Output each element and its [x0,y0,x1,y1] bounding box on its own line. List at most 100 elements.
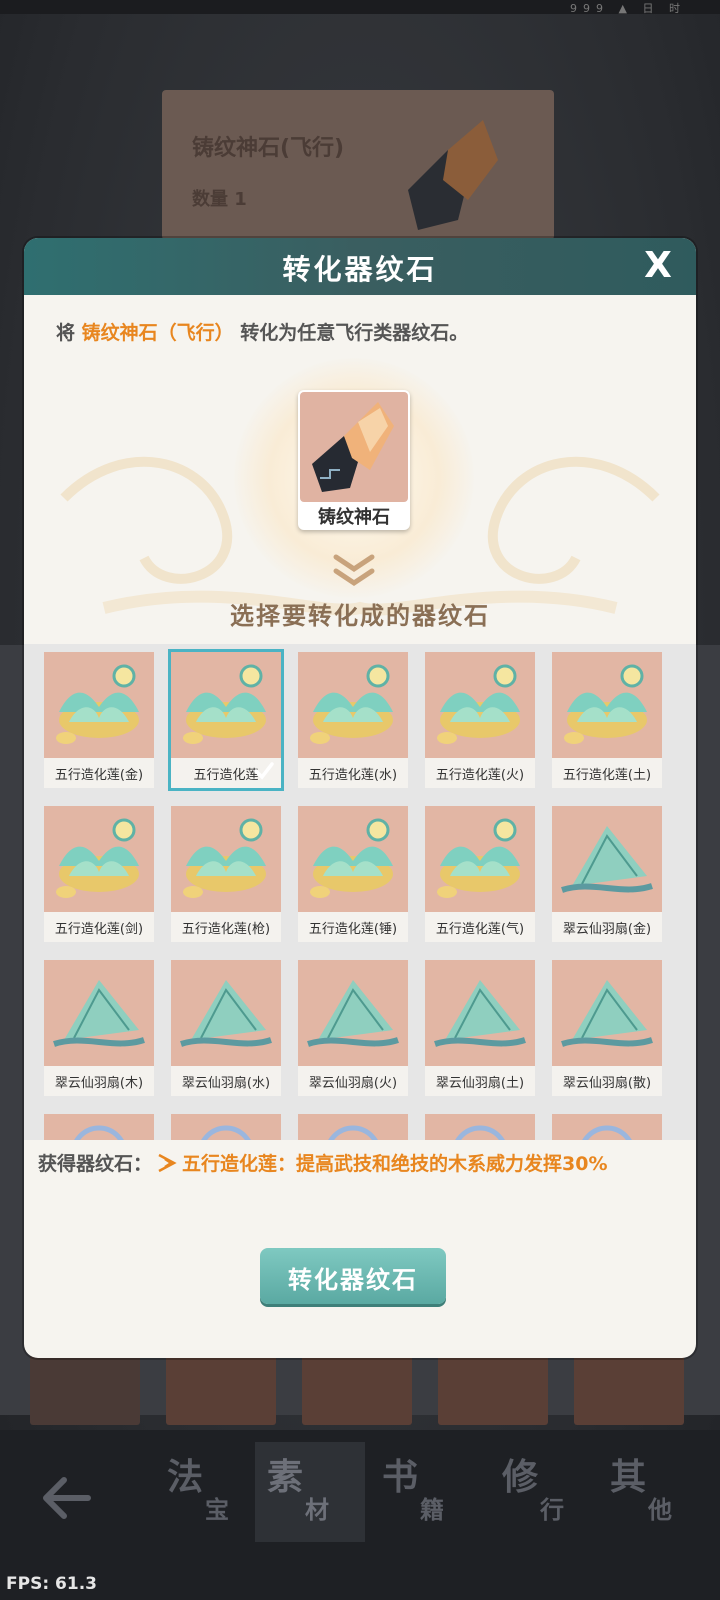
stone-icon [312,402,394,492]
fan-icon [171,960,281,1066]
grid-item[interactable] [298,1114,408,1140]
grid-item[interactable]: 五行造化莲(锤) [298,806,408,942]
grid-item-label: 翠云仙羽扇(火) [308,1076,398,1091]
background-tile [166,1355,276,1425]
nav-tab-main-label: 法 [167,1457,204,1498]
nav-tab-sub-label: 材 [305,1496,329,1524]
grid-item-label: 翠云仙羽扇(木) [54,1076,144,1091]
ring-icon [425,1114,535,1140]
grid-item-label: 五行造化莲(锤) [308,922,398,937]
background-tile [30,1355,140,1425]
lotus-icon [171,652,281,758]
background-item-card: 铸纹神石(飞行) 数量 1 [162,90,554,240]
ring-icon [552,1114,662,1140]
grid-item[interactable]: 翠云仙羽扇(金) [552,806,662,942]
grid-item[interactable]: 五行造化莲(枪) [171,806,281,942]
nav-tab-sub-label: 行 [540,1496,564,1524]
convert-button-label: 转化器纹石 [288,1266,418,1294]
chevron-down-icon [333,554,375,587]
grid-item-label: 翠云仙羽扇(金) [562,922,652,937]
lotus-icon [298,652,408,758]
result-prefix: 获得器纹石： [38,1153,153,1175]
grid-item[interactable]: 翠云仙羽扇(水) [171,960,281,1096]
lotus-icon [171,806,281,912]
grid-item-label: 翠云仙羽扇(水) [181,1076,271,1091]
grid-item[interactable] [44,1114,154,1140]
grid-item[interactable]: 翠云仙羽扇(火) [298,960,408,1096]
bottom-nav: 法宝素材书籍修行其他 [0,1430,720,1600]
nav-tab[interactable]: 书籍 [370,1442,480,1542]
fan-icon [44,960,154,1066]
background-item-title: 铸纹神石(飞行) [192,136,345,161]
nav-tab-main-label: 素 [267,1457,304,1498]
desc-prefix: 将 [56,322,82,344]
grid-item[interactable]: 翠云仙羽扇(土) [425,960,535,1096]
grid-item[interactable] [425,1114,535,1140]
nav-tab-sub-label: 籍 [420,1496,444,1524]
grid-item[interactable]: 翠云仙羽扇(散) [552,960,662,1096]
nav-tab[interactable]: 其他 [598,1442,708,1542]
fps-counter: FPS: 61.3 [6,1574,97,1594]
ring-icon [44,1114,154,1140]
nav-tab[interactable]: 素材 [255,1442,365,1542]
convert-dialog: 转化器纹石 X 将 铸纹神石（飞行） 转化为任意飞行类器纹石。 铸纹神石 选择要… [24,238,696,1358]
rune-icon [158,1153,177,1173]
grid-item[interactable]: 五行造化莲(气) [425,806,535,942]
fan-icon [552,960,662,1066]
nav-tab-main-label: 其 [610,1457,647,1498]
grid-item[interactable]: 五行造化莲(土) [552,652,662,788]
background-tile [438,1355,548,1425]
grid-item-label: 五行造化莲(水) [308,768,398,783]
convert-button[interactable]: 转化器纹石 [260,1248,446,1304]
status-bar: 999 ▲ 日 时 [0,0,720,15]
grid-item[interactable]: 五行造化莲(剑) [44,806,154,942]
ring-icon [171,1114,281,1140]
grid-item[interactable]: 五行造化莲 [168,649,284,791]
nav-tab-sub-label: 他 [648,1496,672,1524]
grid-item[interactable]: 五行造化莲(火) [425,652,535,788]
background-tile [574,1355,684,1425]
lotus-icon [44,806,154,912]
source-item-label: 铸纹神石 [318,507,390,528]
check-icon [254,762,274,780]
lotus-icon [425,806,535,912]
status-text: 999 ▲ 日 时 [570,2,686,15]
source-item-image [300,392,408,502]
grid-item-label: 翠云仙羽扇(土) [435,1076,525,1091]
lotus-icon [298,806,408,912]
select-prompt: 选择要转化成的器纹石 [230,602,490,630]
grid-item[interactable] [552,1114,662,1140]
ring-icon [298,1114,408,1140]
grid-item-label: 五行造化莲(剑) [54,922,144,937]
source-item-card: 铸纹神石 [298,390,410,530]
grid-item-label: 五行造化莲(气) [435,922,525,937]
lotus-icon [425,652,535,758]
dialog-title: 转化器纹石 [282,253,438,286]
background-item-quantity: 数量 1 [192,189,247,210]
grid-item-label: 五行造化莲(金) [54,768,144,783]
nav-tab[interactable]: 修行 [490,1442,600,1542]
nav-tab[interactable]: 法宝 [155,1442,265,1542]
result-text: 五行造化莲：提高武技和绝技的木系威力发挥30% [182,1153,608,1175]
lotus-icon [552,652,662,758]
grid-item[interactable] [171,1114,281,1140]
grid-item[interactable]: 五行造化莲(水) [298,652,408,788]
stone-icon [408,120,498,230]
dialog-description: 将 铸纹神石（飞行） 转化为任意飞行类器纹石。 [56,318,468,345]
fan-icon [298,960,408,1066]
grid-item[interactable]: 翠云仙羽扇(木) [44,960,154,1096]
grid-item-label: 五行造化莲(火) [435,768,525,783]
result-line: 获得器纹石： 五行造化莲：提高武技和绝技的木系威力发挥30% [38,1150,688,1178]
close-button[interactable]: X [638,246,678,286]
grid-item[interactable]: 五行造化莲(金) [44,652,154,788]
back-arrow-icon[interactable] [38,1470,94,1526]
fan-icon [425,960,535,1066]
grid-item-label: 五行造化莲(土) [562,768,652,783]
desc-suffix: 转化为任意飞行类器纹石。 [233,322,469,344]
nav-tab-main-label: 修 [502,1457,539,1498]
desc-item-name: 铸纹神石（飞行） [81,322,234,344]
nav-tab-main-label: 书 [382,1457,419,1498]
lotus-icon [44,652,154,758]
fan-icon [552,806,662,912]
dialog-header: 转化器纹石 X [24,238,696,295]
